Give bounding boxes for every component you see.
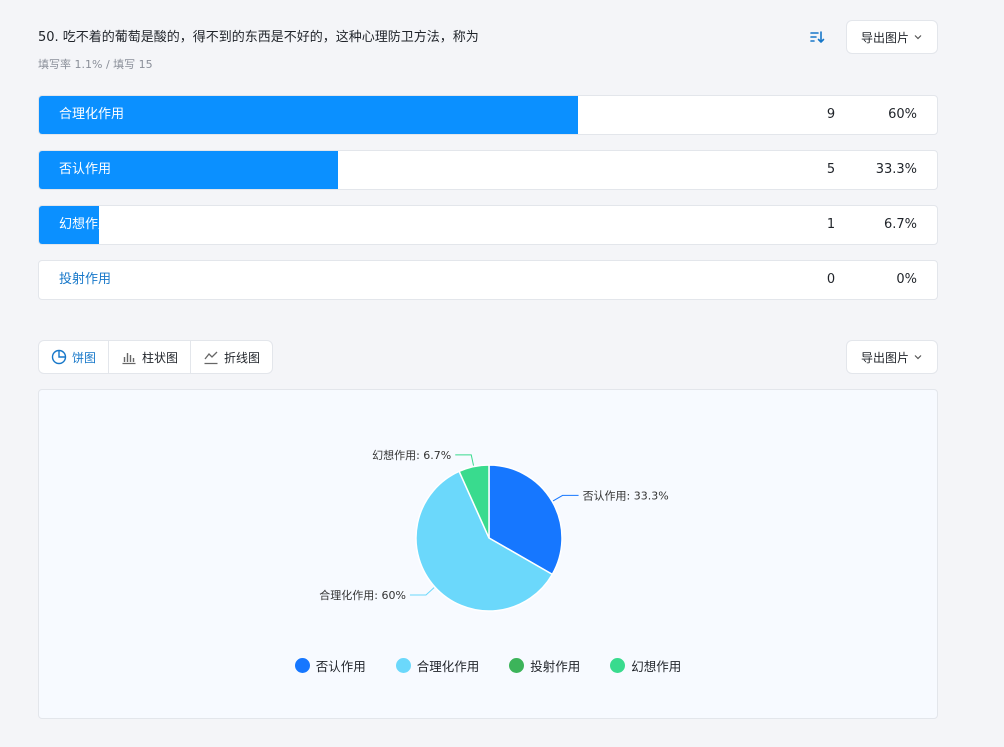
pie-label-line — [552, 494, 579, 502]
legend-label: 否认作用 — [315, 659, 366, 674]
tab-label: 折线图 — [224, 350, 261, 365]
export-chart-image-button[interactable]: 导出图片 — [846, 340, 938, 374]
export-image-button[interactable]: 导出图片 — [846, 20, 938, 54]
option-count: 9 — [826, 107, 836, 122]
sort-icon[interactable] — [808, 28, 826, 46]
option-percent: 60% — [888, 107, 917, 122]
chevron-down-icon — [914, 355, 922, 360]
option-count: 1 — [826, 217, 836, 232]
option-label: 否认作用 — [59, 162, 112, 177]
bar-chart-icon — [122, 353, 136, 365]
option-row: 幻想作用 1 6.7% — [38, 205, 938, 245]
tab-line-chart[interactable]: 折线图 — [191, 341, 272, 373]
legend-label: 幻想作用 — [631, 659, 682, 674]
chart-legend: 否认作用 合理化作用 投射作用 幻想作用 — [39, 656, 937, 675]
tab-label: 饼图 — [72, 350, 97, 365]
option-count: 5 — [826, 162, 836, 177]
pie-label-line — [409, 587, 435, 596]
question-meta: 填写率 1.1% / 填写 15 — [38, 58, 153, 71]
tab-label: 柱状图 — [142, 350, 179, 365]
legend-item[interactable]: 投射作用 — [509, 656, 580, 675]
chevron-down-icon — [914, 35, 922, 40]
pie-label: 否认作用: 33.3% — [583, 489, 669, 502]
legend-item[interactable]: 幻想作用 — [610, 656, 681, 675]
option-label: 投射作用 — [59, 272, 112, 287]
option-count: 0 — [826, 272, 836, 287]
legend-item[interactable]: 否认作用 — [294, 656, 366, 675]
option-label: 合理化作用 — [59, 107, 125, 122]
pie-label-line — [455, 454, 475, 466]
chart-panel: 否认作用: 33.3% 合理化作用: 60% 幻想作用: 6.7% 否认作用 合理化作… — [38, 389, 938, 719]
legend-marker — [509, 658, 525, 673]
pie-label: 合理化作用: 60% — [319, 588, 406, 602]
legend-marker — [294, 658, 310, 673]
legend-marker — [610, 658, 626, 673]
export-button-label: 导出图片 — [860, 30, 909, 45]
option-row: 投射作用 0 0% — [38, 260, 938, 300]
pie-label: 幻想作用: 6.7% — [372, 448, 451, 462]
legend-marker — [395, 658, 411, 673]
export-button-label: 导出图片 — [860, 350, 909, 365]
tab-bar-chart[interactable]: 柱状图 — [109, 341, 192, 373]
option-row: 合理化作用 9 60% — [38, 95, 938, 135]
question-title: 50. 吃不着的葡萄是酸的，得不到的东西是不好的，这种心理防卫方法，称为 — [38, 30, 479, 45]
option-percent: 6.7% — [883, 217, 917, 232]
option-percent: 0% — [896, 272, 917, 287]
pie-chart-icon — [51, 349, 67, 365]
line-chart-icon — [204, 351, 218, 365]
tab-pie-chart[interactable]: 饼图 — [39, 341, 110, 373]
chart-type-tabs: 饼图 柱状图 折线图 — [38, 340, 274, 374]
option-label: 幻想作用 — [59, 217, 112, 232]
option-row: 否认作用 5 33.3% — [38, 150, 938, 190]
legend-item[interactable]: 合理化作用 — [395, 656, 480, 675]
legend-label: 合理化作用 — [416, 659, 480, 674]
option-percent: 33.3% — [875, 162, 917, 177]
legend-label: 投射作用 — [530, 659, 581, 674]
